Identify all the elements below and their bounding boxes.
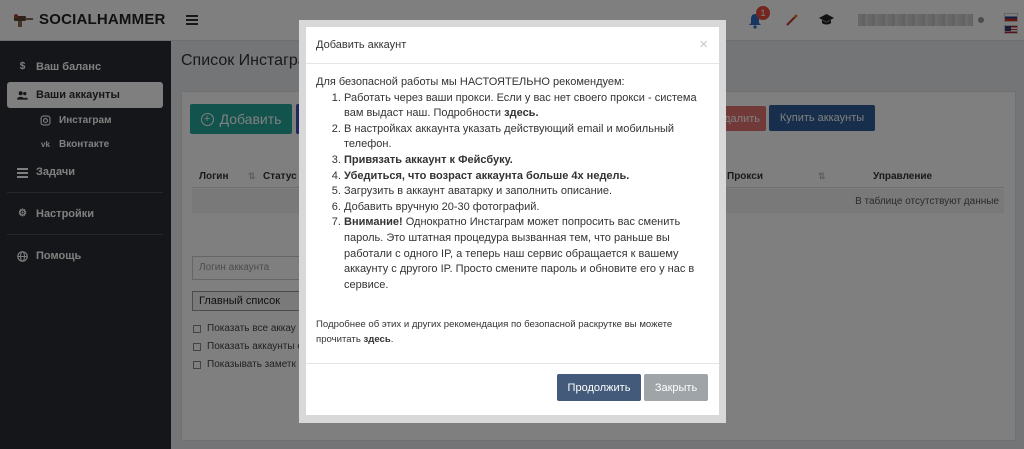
close-icon[interactable]: × [699,36,708,53]
warning-label: Внимание! [344,216,403,229]
list-item: Добавить вручную 20-30 фотографий. [344,200,711,216]
list-item: Внимание! Однократно Инстаграм может поп… [344,215,711,293]
modal-title: Добавить аккаунт [316,39,407,51]
step-text: Убедиться, что возраст аккаунта больше 4… [344,169,630,182]
modal-intro: Для безопасной работы мы НАСТОЯТЕЛЬНО ре… [316,76,625,88]
note-end: . [390,334,394,345]
add-account-modal: Добавить аккаунт × Для безопасной работы… [306,27,719,415]
list-item: Работать через ваши прокси. Если у вас н… [344,91,711,122]
modal-header: Добавить аккаунт × [306,27,719,64]
list-item: Убедиться, что возраст аккаунта больше 4… [344,169,711,185]
list-item: Загрузить в аккаунт аватарку и заполнить… [344,184,711,200]
details-link[interactable]: здесь. [504,107,538,119]
modal-body: Для безопасной работы мы НАСТОЯТЕЛЬНО ре… [316,75,711,293]
recommendation-list: Работать через ваши прокси. Если у вас н… [316,91,711,294]
modal-footer: Продолжить Закрыть [306,363,719,415]
list-item: Привязать аккаунт к Фейсбуку. [344,153,711,169]
step-text: Привязать аккаунт к Фейсбуку. [344,153,513,166]
read-more-link[interactable]: здесь [363,334,390,345]
close-button[interactable]: Закрыть [644,374,708,401]
continue-button[interactable]: Продолжить [557,374,641,401]
modal-note: Подробнее об этих и других рекомендация … [316,317,711,347]
list-item: В настройках аккаунта указать действующи… [344,122,711,153]
